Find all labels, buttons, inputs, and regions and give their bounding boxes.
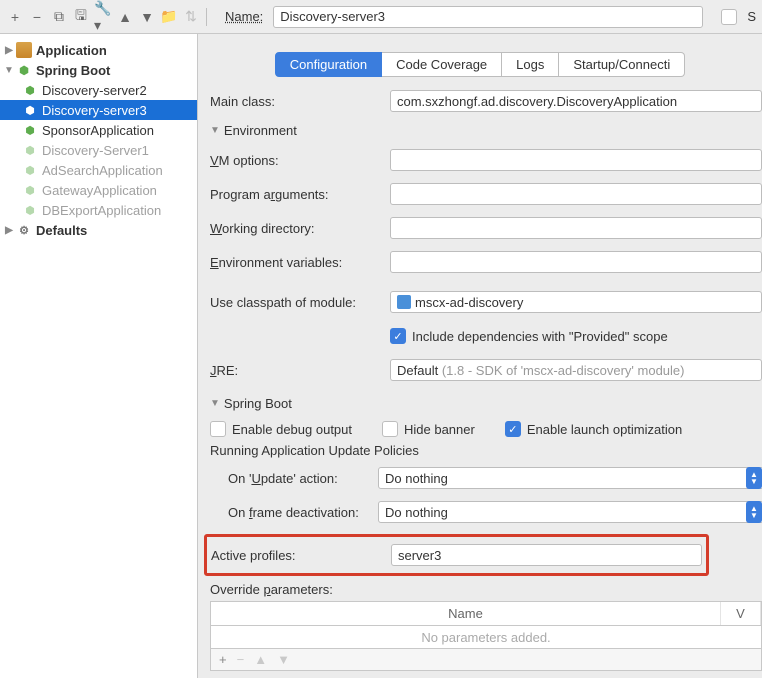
spring-leaf-icon: ⬢ (22, 102, 38, 118)
working-dir-input[interactable] (390, 217, 762, 239)
include-provided-checkbox[interactable]: ✓ (390, 328, 406, 344)
table-header-value[interactable]: V (721, 602, 761, 625)
program-args-input[interactable] (390, 183, 762, 205)
on-frame-select[interactable]: Do nothing (378, 501, 762, 523)
enable-debug-checkbox[interactable] (210, 421, 226, 437)
main-class-label: Main class: (210, 94, 390, 109)
active-profiles-input[interactable] (391, 544, 702, 566)
spring-leaf-icon: ⬢ (22, 162, 38, 178)
override-params-label: Override parameters: (210, 582, 333, 597)
spring-leaf-icon: ⬢ (22, 182, 38, 198)
copy-config-icon[interactable]: ⧉ (50, 8, 68, 26)
hide-banner-checkbox[interactable] (382, 421, 398, 437)
tab-bar: Configuration Code Coverage Logs Startup… (198, 34, 762, 89)
chevron-updown-icon[interactable]: ▲▼ (746, 501, 762, 523)
tree-item[interactable]: ⬢DBExportApplication (0, 200, 197, 220)
vm-options-input[interactable] (390, 149, 762, 171)
classpath-module-label: Use classpath of module: (210, 295, 390, 310)
spring-leaf-icon: ⬢ (22, 82, 38, 98)
active-profiles-highlight: Active profiles: (204, 534, 709, 576)
env-vars-input[interactable] (390, 251, 762, 273)
enable-debug-label: Enable debug output (232, 422, 352, 437)
classpath-module-select[interactable]: mscx-ad-discovery (390, 291, 762, 313)
spring-leaf-icon: ⬢ (22, 122, 38, 138)
sort-icon[interactable]: ⇅ (182, 8, 200, 26)
up-icon[interactable]: ▲ (116, 8, 134, 26)
program-args-label: Program arguments: (210, 187, 390, 202)
table-up-icon[interactable]: ▲ (254, 652, 267, 667)
env-vars-label: Environment variables: (210, 255, 390, 270)
enable-launch-opt-checkbox[interactable]: ✓ (505, 421, 521, 437)
main-class-input[interactable] (390, 90, 762, 112)
policies-header: Running Application Update Policies (210, 443, 762, 458)
remove-config-icon[interactable]: − (28, 8, 46, 26)
active-profiles-label: Active profiles: (211, 548, 391, 563)
tab-code-coverage[interactable]: Code Coverage (382, 52, 502, 77)
spring-icon: ⬢ (16, 62, 32, 78)
tab-startup[interactable]: Startup/Connecti (559, 52, 685, 77)
spring-leaf-icon: ⬢ (22, 142, 38, 158)
working-dir-label: Working directory: (210, 221, 390, 236)
env-section-header[interactable]: ▼Environment (210, 123, 762, 138)
enable-launch-opt-label: Enable launch optimization (527, 422, 682, 437)
main-panel: Configuration Code Coverage Logs Startup… (198, 34, 762, 678)
save-config-icon[interactable]: 🖫 (72, 8, 90, 26)
jre-select[interactable]: Default (1.8 - SDK of 'mscx-ad-discovery… (390, 359, 762, 381)
tree-item[interactable]: ⬢Discovery-Server1 (0, 140, 197, 160)
down-icon[interactable]: ▼ (138, 8, 156, 26)
share-checkbox[interactable] (721, 9, 737, 25)
tree-item[interactable]: ⬢SponsorApplication (0, 120, 197, 140)
share-partial-label: S (747, 9, 756, 24)
module-icon (397, 295, 411, 309)
springboot-section-header[interactable]: ▼Spring Boot (210, 396, 762, 411)
table-add-icon[interactable]: + (219, 652, 227, 667)
tree-item[interactable]: ⬢Discovery-server3 (0, 100, 197, 120)
config-name-input[interactable] (273, 6, 703, 28)
on-update-select[interactable]: Do nothing (378, 467, 762, 489)
top-toolbar: + − ⧉ 🖫 🔧▾ ▲ ▼ 📁 ⇅ Name: S (0, 0, 762, 34)
tree-application[interactable]: ▶ Application (0, 40, 197, 60)
config-tree: ▶ Application ▼⬢ Spring Boot ⬢Discovery-… (0, 34, 198, 678)
tree-springboot[interactable]: ▼⬢ Spring Boot (0, 60, 197, 80)
add-config-icon[interactable]: + (6, 8, 24, 26)
tab-configuration[interactable]: Configuration (275, 52, 382, 77)
override-params-table: Name V No parameters added. + − ▲ ▼ (210, 601, 762, 671)
vm-options-label: VM options: (210, 153, 390, 168)
table-header-name[interactable]: Name (211, 602, 721, 625)
folder-icon (16, 42, 32, 58)
wrench-icon[interactable]: 🔧▾ (94, 8, 112, 26)
tree-defaults[interactable]: ▶⚙ Defaults (0, 220, 197, 240)
gear-icon: ⚙ (16, 222, 32, 238)
chevron-updown-icon[interactable]: ▲▼ (746, 467, 762, 489)
tree-item[interactable]: ⬢AdSearchApplication (0, 160, 197, 180)
hide-banner-label: Hide banner (404, 422, 475, 437)
tree-item[interactable]: ⬢GatewayApplication (0, 180, 197, 200)
table-remove-icon[interactable]: − (237, 652, 245, 667)
on-update-label: On 'Update' action: (210, 471, 378, 486)
table-down-icon[interactable]: ▼ (277, 652, 290, 667)
tab-logs[interactable]: Logs (502, 52, 559, 77)
include-provided-label: Include dependencies with "Provided" sco… (412, 329, 668, 344)
tree-item[interactable]: ⬢Discovery-server2 (0, 80, 197, 100)
name-label: Name: (225, 9, 263, 24)
spring-leaf-icon: ⬢ (22, 202, 38, 218)
on-frame-label: On frame deactivation: (210, 505, 378, 520)
jre-label: JRE: (210, 363, 390, 378)
folder-icon[interactable]: 📁 (160, 8, 178, 26)
table-empty-message: No parameters added. (211, 626, 761, 648)
